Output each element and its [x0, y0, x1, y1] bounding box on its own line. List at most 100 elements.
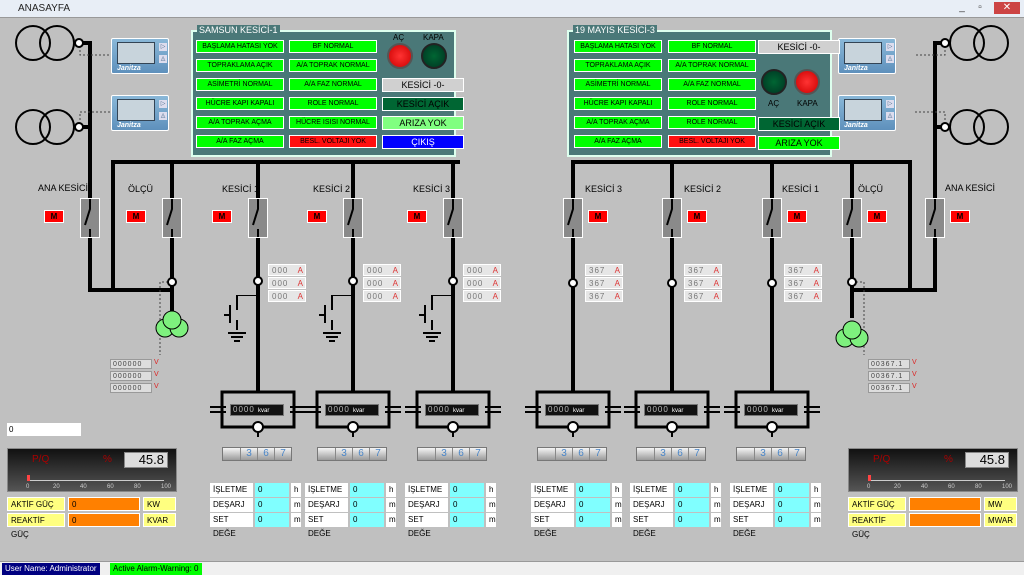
info-value-input[interactable]: 0 — [775, 483, 809, 497]
bay-label: ÖLÇÜ — [128, 184, 154, 194]
info-label: DEŞARJ — [305, 498, 348, 512]
info-unit: m — [486, 498, 496, 512]
breaker-switch[interactable] — [343, 198, 363, 238]
breaker-switch[interactable] — [162, 198, 182, 238]
play-icon[interactable]: ▷ — [159, 43, 167, 51]
exit-button[interactable]: ÇIKIŞ — [382, 135, 464, 149]
janitza-meter[interactable]: ▷ ◬ Janitza — [838, 38, 896, 74]
pq-label: P/Q — [873, 454, 891, 465]
info-label: SET DEĞE — [405, 513, 448, 538]
info-unit: m — [291, 513, 301, 527]
step-counter: 367 — [636, 447, 706, 461]
chart-icon[interactable]: ◬ — [886, 112, 894, 120]
status-indicator: ROLE NORMAL — [289, 97, 377, 110]
info-value-input[interactable]: 0 — [255, 483, 289, 497]
motor-button[interactable]: M — [687, 210, 707, 223]
tick-label: 40 — [80, 484, 87, 490]
earthing-switch[interactable] — [417, 295, 457, 345]
info-label: SET DEĞE — [730, 513, 773, 538]
earthing-switch[interactable] — [222, 295, 262, 345]
kvar-display: 0000 kvar — [325, 404, 379, 416]
current-display: 367 A — [585, 277, 623, 289]
janitza-meter[interactable]: ▷ ◬ Janitza — [838, 95, 896, 131]
chart-icon[interactable]: ◬ — [159, 112, 167, 120]
breaker-switch[interactable] — [925, 198, 945, 238]
open-button[interactable] — [387, 43, 413, 69]
breaker-switch[interactable] — [563, 198, 583, 238]
motor-button[interactable]: M — [787, 210, 807, 223]
info-value-input[interactable]: 0 — [675, 483, 709, 497]
chart-icon[interactable]: ◬ — [159, 55, 167, 63]
info-value-input[interactable]: 0 — [450, 513, 484, 527]
info-value-input[interactable]: 0 — [775, 513, 809, 527]
janitza-meter[interactable]: ▷ ◬ Janitza — [111, 95, 169, 131]
info-unit: m — [386, 513, 396, 527]
reaktif-label: REAKTİF GÜÇ — [7, 513, 65, 539]
info-value-input[interactable]: 0 — [350, 513, 384, 527]
value-input[interactable]: 0 — [7, 423, 81, 436]
info-value-input[interactable]: 0 — [675, 513, 709, 527]
ariza-status: ARIZA YOK — [382, 116, 464, 130]
close-breaker-button[interactable] — [421, 43, 447, 69]
status-indicator: A/A TOPRAK AÇMA — [196, 116, 284, 129]
current-display: 000 A — [463, 264, 501, 276]
bay-label: ANA KESİCİ — [945, 183, 996, 193]
breaker-switch[interactable] — [80, 198, 100, 238]
status-indicator: HÜCRE KAPI KAPALI — [196, 97, 284, 110]
pq-value: 45.8 — [124, 452, 168, 468]
status-indicator: ROLE NORMAL — [668, 97, 756, 110]
earthing-switch[interactable] — [317, 295, 357, 345]
kesici-acik-status: KESİCİ AÇIK — [382, 97, 464, 111]
info-value-input[interactable]: 0 — [255, 513, 289, 527]
breaker-switch[interactable] — [443, 198, 463, 238]
motor-button[interactable]: M — [407, 210, 427, 223]
reaktif-unit: KVAR — [143, 513, 176, 527]
info-value-input[interactable]: 0 — [450, 498, 484, 512]
close-breaker-button[interactable] — [794, 69, 820, 95]
breaker-switch[interactable] — [248, 198, 268, 238]
kesici-status: KESİCİ -0- — [758, 40, 840, 54]
status-indicator: A/A FAZ NORMAL — [289, 78, 377, 91]
motor-button[interactable]: M — [212, 210, 232, 223]
kvar-display: 0000 kvar — [644, 404, 698, 416]
motor-button[interactable]: M — [950, 210, 970, 223]
breaker-switch[interactable] — [662, 198, 682, 238]
motor-button[interactable]: M — [588, 210, 608, 223]
play-icon[interactable]: ▷ — [886, 43, 894, 51]
info-value-input[interactable]: 0 — [576, 483, 610, 497]
motor-button[interactable]: M — [126, 210, 146, 223]
info-unit: m — [811, 498, 821, 512]
chart-icon[interactable]: ◬ — [886, 55, 894, 63]
bay-label: ÖLÇÜ — [858, 184, 884, 194]
motor-button[interactable]: M — [307, 210, 327, 223]
info-value-input[interactable]: 0 — [775, 498, 809, 512]
info-value-input[interactable]: 0 — [675, 498, 709, 512]
status-indicator: BAŞLAMA HATASI YOK — [196, 40, 284, 53]
info-value-input[interactable]: 0 — [576, 498, 610, 512]
status-indicator: BESL. VOLTAJI YOK — [289, 135, 377, 148]
janitza-meter[interactable]: ▷ ◬ Janitza — [111, 38, 169, 74]
info-unit: h — [291, 483, 301, 497]
alarm-count: Active Alarm-Warning: 0 — [110, 563, 202, 575]
info-value-input[interactable]: 0 — [350, 483, 384, 497]
play-icon[interactable]: ▷ — [886, 100, 894, 108]
tick-label: 80 — [134, 484, 141, 490]
open-button[interactable] — [761, 69, 787, 95]
aktif-unit: MW — [984, 497, 1017, 511]
current-display: 000 A — [268, 264, 306, 276]
info-value-input[interactable]: 0 — [450, 483, 484, 497]
current-display: 367 A — [784, 264, 822, 276]
motor-button[interactable]: M — [44, 210, 64, 223]
pq-gauge: P/Q % 45.8 0 20 40 60 80 100 — [7, 448, 177, 492]
current-display: 367 A — [585, 264, 623, 276]
info-value-input[interactable]: 0 — [350, 498, 384, 512]
ac-label: AÇ — [768, 99, 780, 108]
breaker-switch[interactable] — [762, 198, 782, 238]
info-value-input[interactable]: 0 — [255, 498, 289, 512]
info-value-input[interactable]: 0 — [576, 513, 610, 527]
status-indicator: BF NORMAL — [668, 40, 756, 53]
play-icon[interactable]: ▷ — [159, 100, 167, 108]
motor-button[interactable]: M — [867, 210, 887, 223]
breaker-switch[interactable] — [842, 198, 862, 238]
info-label: DEŞARJ — [210, 498, 253, 512]
